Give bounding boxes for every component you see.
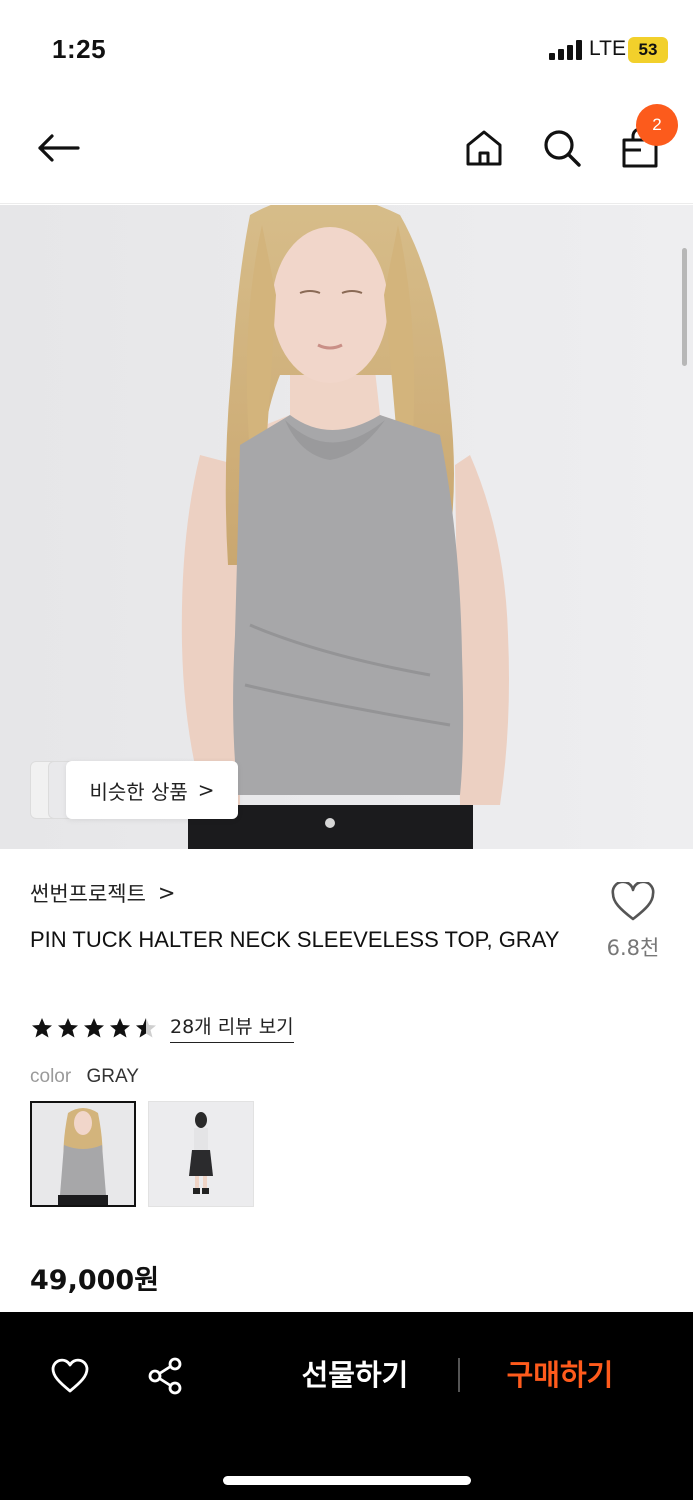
similar-products-button[interactable]: 비슷한 상품 > [66, 761, 238, 819]
similar-products-chip[interactable]: 비슷한 상품 > [30, 761, 238, 819]
cart-count-badge: 2 [636, 104, 678, 146]
color-swatch-selected[interactable] [30, 1101, 136, 1207]
star-icon [58, 1017, 78, 1037]
battery-icon: 53 [628, 37, 668, 63]
wishlist-button[interactable] [48, 1354, 92, 1398]
like-button[interactable]: 6.8천 [600, 880, 666, 962]
heart-icon [611, 880, 655, 921]
share-button[interactable] [143, 1354, 187, 1398]
product-image[interactable] [0, 205, 693, 849]
color-swatch[interactable] [148, 1101, 254, 1207]
scroll-indicator[interactable] [682, 248, 687, 366]
star-icon [32, 1017, 52, 1037]
product-price: 49,000원 [30, 1265, 160, 1296]
arrow-left-icon [38, 134, 80, 162]
chevron-right-icon: > [197, 778, 215, 802]
star-icon [110, 1017, 130, 1037]
gift-button[interactable]: 선물하기 [290, 1352, 420, 1394]
search-icon [544, 130, 581, 167]
star-icon [84, 1017, 104, 1037]
color-row: color GRAY [30, 1066, 139, 1088]
share-icon [148, 1357, 182, 1395]
home-icon [466, 130, 502, 166]
rating-row: 28개 리뷰 보기 [30, 1012, 294, 1043]
swatch-image [149, 1102, 253, 1206]
status-time: 1:25 [52, 34, 107, 64]
product-photo [0, 205, 693, 849]
status-bar: 1:25 LTE 53 [0, 0, 693, 100]
signal-icon [549, 40, 583, 60]
product-title: PIN TUCK HALTER NECK SLEEVELESS TOP, GRA… [30, 927, 560, 952]
color-label: color [30, 1066, 72, 1087]
search-button[interactable] [534, 120, 590, 176]
chevron-right-icon: > [157, 881, 176, 905]
home-button[interactable] [456, 120, 512, 176]
review-link[interactable]: 28개 리뷰 보기 [170, 1012, 294, 1043]
bottom-action-bar [0, 1312, 693, 1500]
star-rating [30, 1016, 158, 1040]
brand-name: 썬번프로젝트 [30, 882, 146, 906]
similar-products-label: 비슷한 상품 [89, 779, 188, 804]
divider [458, 1358, 460, 1392]
brand-link[interactable]: 썬번프로젝트 > [30, 878, 176, 908]
like-count: 6.8천 [606, 936, 660, 960]
back-button[interactable] [30, 120, 86, 176]
heart-icon [51, 1358, 89, 1393]
swatch-image [32, 1103, 134, 1205]
color-value: GRAY [86, 1066, 139, 1087]
half-star-icon [136, 1017, 156, 1037]
top-nav [0, 100, 693, 204]
network-label: LTE [589, 37, 626, 60]
home-indicator[interactable] [223, 1476, 471, 1485]
buy-button[interactable]: 구매하기 [495, 1352, 625, 1394]
